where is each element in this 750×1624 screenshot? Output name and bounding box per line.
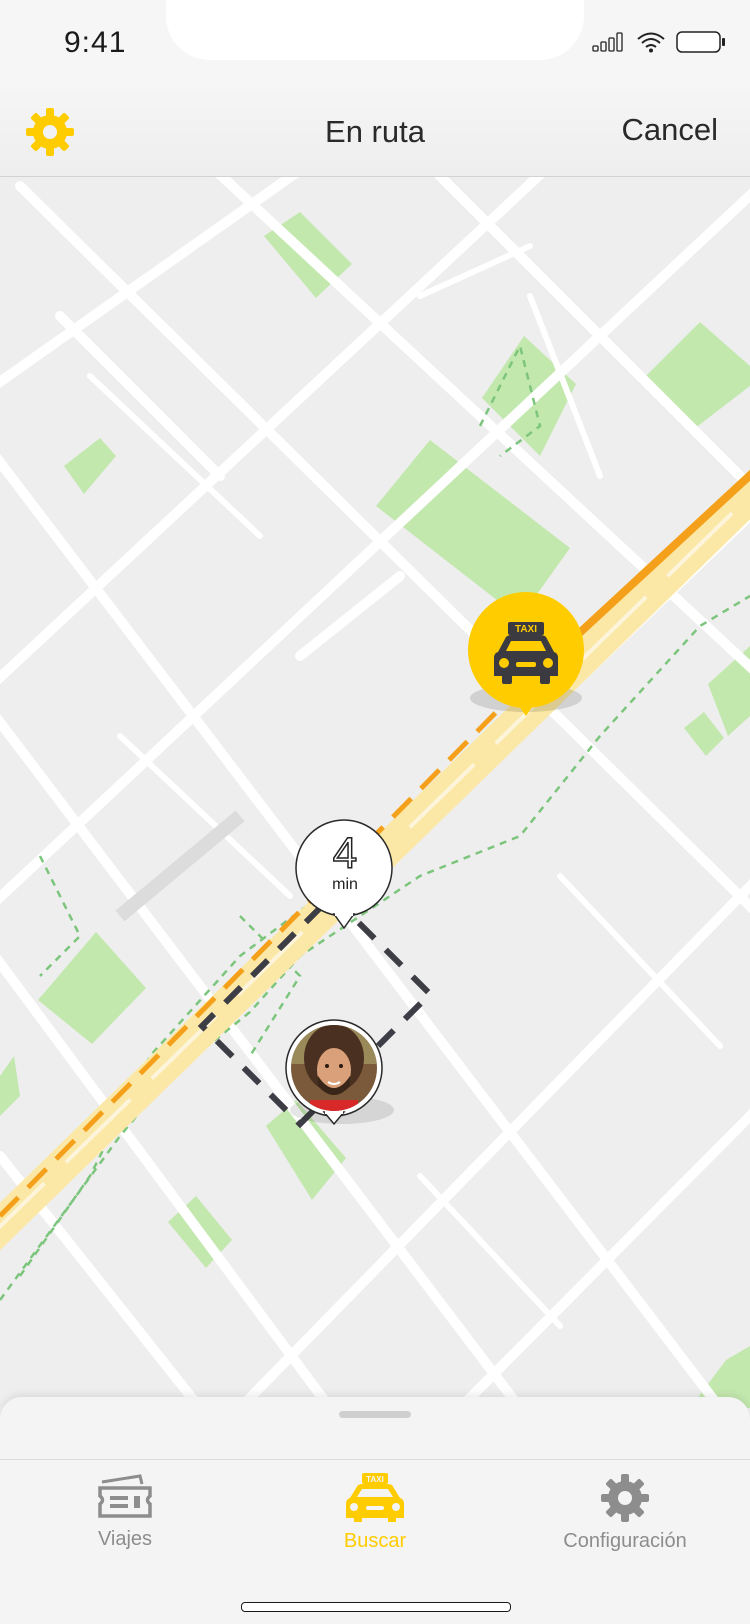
- taxi-sign-text: TAXI: [366, 1475, 384, 1484]
- user-avatar-marker[interactable]: [280, 1018, 400, 1138]
- eta-value: 4: [332, 829, 358, 878]
- tab-bar: Viajes TAXI Buscar Configuración: [0, 1459, 750, 1624]
- map-view[interactable]: [0, 176, 750, 1408]
- eta-label: 4 min: [296, 820, 394, 920]
- tab-label: Buscar: [343, 1530, 407, 1552]
- taxi-icon: TAXI: [346, 1473, 404, 1522]
- app-screen: TAXI 4 min 9:41 En ruta Cancel Viajes TA…: [0, 0, 750, 1624]
- bottom-sheet[interactable]: [0, 1397, 750, 1459]
- cellular-signal-icon: [592, 32, 623, 52]
- status-time: 9:41: [64, 26, 127, 59]
- battery-icon: [676, 31, 725, 53]
- tab-buscar[interactable]: TAXI Buscar: [250, 1472, 500, 1553]
- sheet-grabber[interactable]: [339, 1411, 411, 1418]
- notch: [166, 0, 584, 60]
- tab-viajes[interactable]: Viajes: [0, 1472, 250, 1551]
- eta-unit: min: [332, 876, 358, 893]
- tab-label: Viajes: [97, 1528, 153, 1550]
- tab-label: Configuración: [563, 1530, 687, 1552]
- cancel-button[interactable]: Cancel: [622, 112, 719, 148]
- taxi-sign-text: TAXI: [515, 624, 537, 635]
- home-indicator[interactable]: [241, 1602, 511, 1612]
- tab-configuracion[interactable]: Configuración: [500, 1472, 750, 1553]
- navigation-bar: En ruta Cancel: [0, 88, 750, 177]
- gear-icon: [601, 1474, 649, 1522]
- taxi-marker[interactable]: TAXI: [462, 590, 590, 730]
- wifi-icon: [637, 32, 665, 53]
- status-bar: 9:41: [0, 0, 750, 88]
- ticket-icon: [98, 1474, 152, 1518]
